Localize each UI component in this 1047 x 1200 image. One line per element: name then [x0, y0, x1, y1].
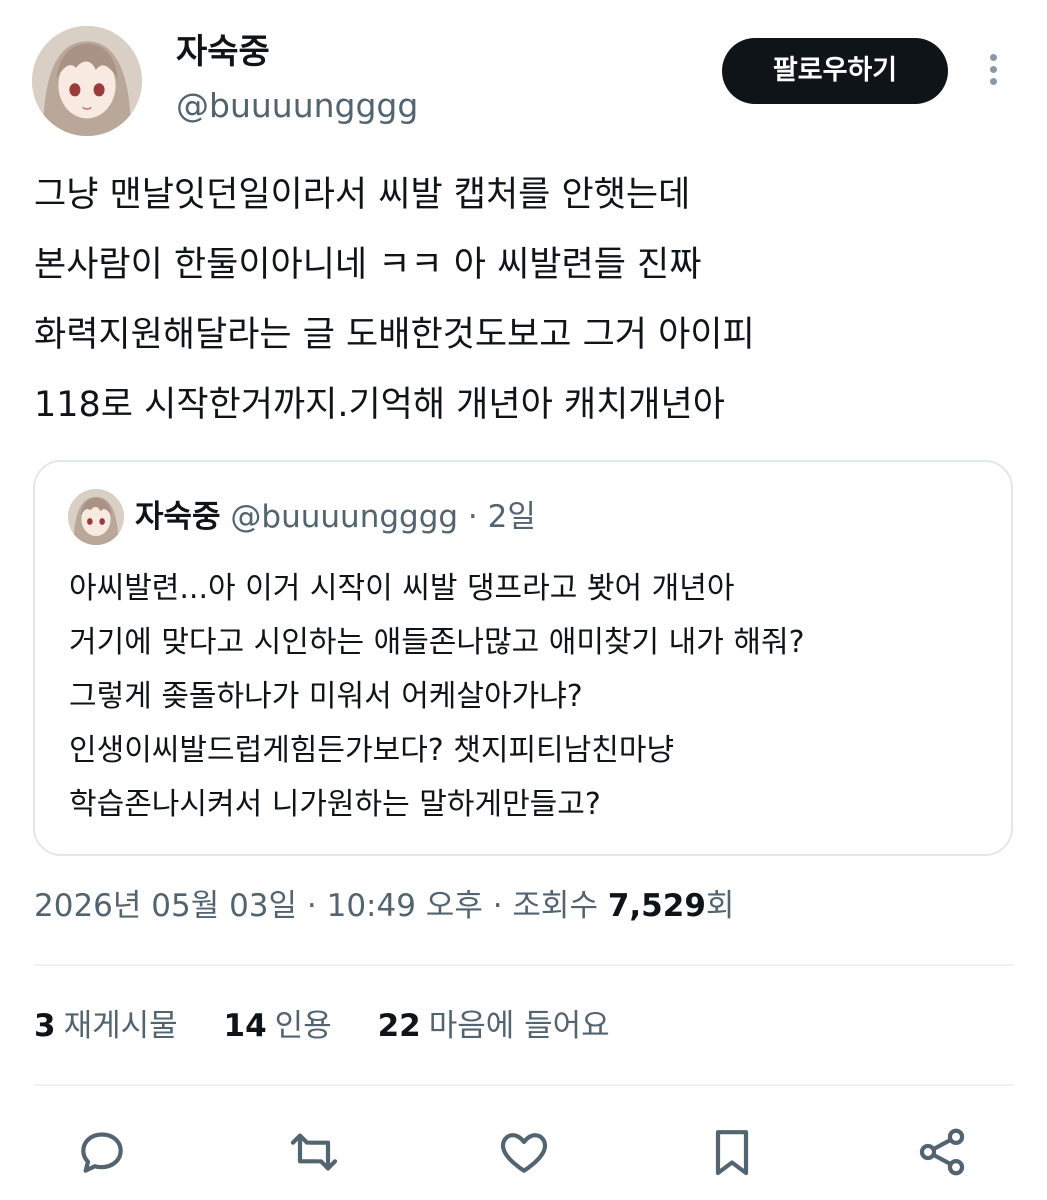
like-icon[interactable] — [496, 1124, 552, 1180]
quote-timestamp: 2일 — [487, 499, 536, 535]
tweet-line: 그냥 맨날잇던일이라서 씨발 캡처를 안햇는데 — [34, 175, 691, 215]
reply-icon[interactable] — [74, 1124, 130, 1180]
quote-line: 그렇게 좆돌하나가 미워서 어케살아가냐? — [69, 679, 583, 714]
tweet-datetime[interactable]: 2026년 05월 03일 · 10:49 오후 · 조회수 — [34, 888, 608, 924]
quote-text: 아씨발련...아 이거 시작이 씨발 댕프라고 봣어 개년아 거기에 맞다고 시… — [69, 562, 1009, 832]
quote-line: 인생이씨발드럽게힘든가보다? 챗지피티남친마냥 — [69, 733, 675, 768]
quote-header: 자숙중 @buuuungggg · 2일 — [135, 497, 536, 537]
quoted-tweet[interactable]: 자숙중 @buuuungggg · 2일 아씨발련...아 이거 시작이 씨발 … — [33, 460, 1013, 856]
divider — [34, 964, 1014, 966]
quote-line: 학습존나시켜서 니가원하는 말하게만들고? — [69, 787, 601, 822]
author-name[interactable]: 자숙중 — [176, 32, 270, 72]
reposts-stat[interactable]: 3 재게시물 — [34, 1008, 178, 1044]
tweet-meta: 2026년 05월 03일 · 10:49 오후 · 조회수 7,529회 — [34, 884, 734, 928]
author-handle[interactable]: @buuuungggg — [176, 86, 418, 126]
likes-stat[interactable]: 22 마음에 들어요 — [378, 1008, 610, 1044]
quote-avatar — [68, 489, 124, 545]
author-avatar[interactable] — [32, 26, 142, 136]
quote-line: 거기에 맞다고 시인하는 애들존나많고 애미찾기 내가 해줘? — [69, 625, 805, 660]
view-suffix: 회 — [705, 888, 735, 924]
share-icon[interactable] — [914, 1124, 970, 1180]
tweet-text: 그냥 맨날잇던일이라서 씨발 캡처를 안햇는데 본사람이 한둘이아니네 ㅋㅋ 아… — [34, 160, 1024, 440]
repost-icon[interactable] — [286, 1124, 342, 1180]
bookmark-icon[interactable] — [704, 1124, 760, 1180]
quote-author-handle: @buuuungggg — [230, 499, 459, 535]
tweet-line: 본사람이 한둘이아니네 ㅋㅋ 아 씨발련들 진짜 — [34, 245, 702, 285]
engagement-stats: 3 재게시물 14 인용 22 마음에 들어요 — [34, 1004, 646, 1048]
more-icon[interactable] — [976, 50, 1010, 90]
quote-separator: · — [467, 499, 478, 535]
view-count: 7,529 — [607, 888, 706, 924]
follow-button[interactable]: 팔로우하기 — [722, 38, 948, 104]
divider — [34, 1084, 1014, 1086]
tweet-line: 118로 시작한거까지.기억해 개년아 캐치개년아 — [34, 385, 725, 425]
quote-author-name: 자숙중 — [135, 499, 221, 535]
quote-line: 아씨발련...아 이거 시작이 씨발 댕프라고 봣어 개년아 — [69, 571, 735, 606]
quotes-stat[interactable]: 14 인용 — [224, 1008, 332, 1044]
tweet-line: 화력지원해달라는 글 도배한것도보고 그거 아이피 — [34, 315, 755, 355]
